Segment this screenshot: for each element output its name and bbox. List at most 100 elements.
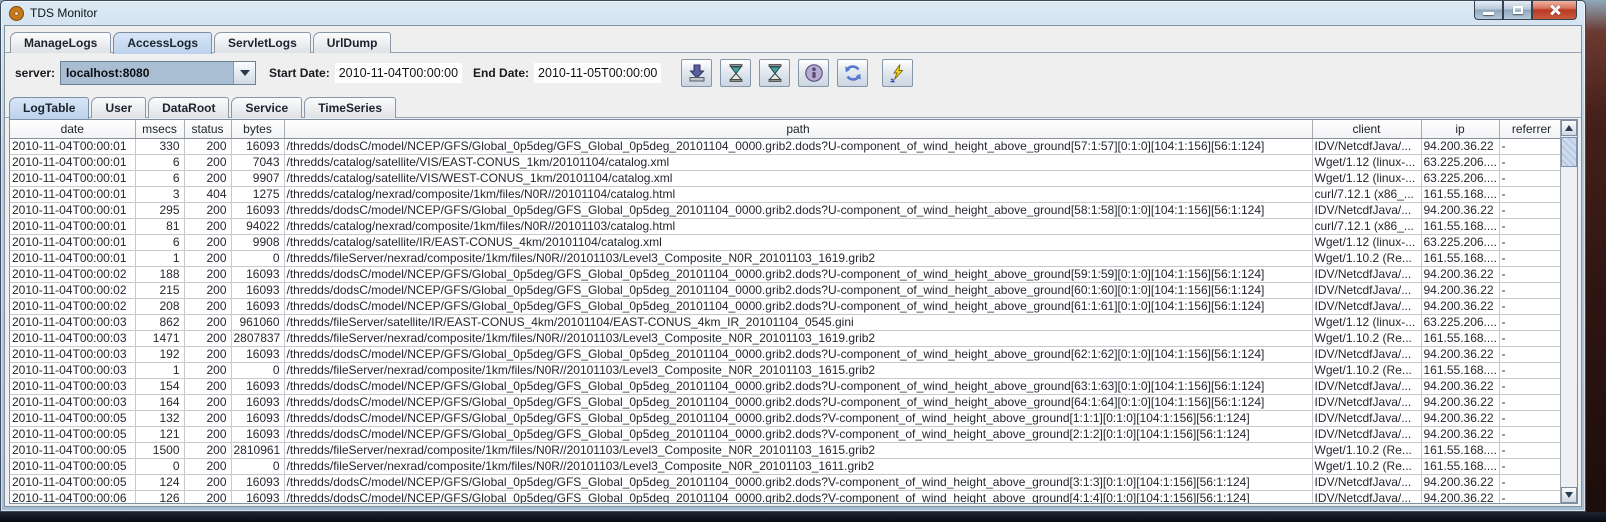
table-row[interactable]: 2010-11-04T00:00:0112000/thredds/fileSer… [10,250,1560,266]
close-button[interactable] [1532,1,1577,20]
tab-servletlogs[interactable]: ServletLogs [214,32,311,53]
column-header-referrer[interactable]: referrer [1499,120,1560,138]
cell-ip: 161.55.168.... [1421,250,1499,266]
cell-msecs: 192 [135,346,184,362]
window-body: ManageLogsAccessLogsServletLogsUrlDump s… [4,25,1582,507]
cell-status: 200 [184,410,231,426]
table-row[interactable]: 2010-11-04T00:00:0513220016093/thredds/d… [10,410,1560,426]
table-row[interactable]: 2010-11-04T00:00:0162009907/thredds/cata… [10,170,1560,186]
cell-path: /thredds/dodsC/model/NCEP/GFS/Global_0p5… [284,346,1312,362]
tab-urldump[interactable]: UrlDump [313,32,392,53]
cell-date: 2010-11-04T00:00:03 [10,394,135,410]
table-row[interactable]: 2010-11-04T00:00:0129520016093/thredds/d… [10,202,1560,218]
cell-client: Wget/1.12 (linux-... [1312,154,1421,170]
title-bar[interactable]: TDS Monitor [1,1,1585,25]
column-header-status[interactable]: status [184,120,231,138]
table-row[interactable]: 2010-11-04T00:00:0512120016093/thredds/d… [10,426,1560,442]
hourglass-icon [765,63,785,83]
cell-bytes: 94022 [231,218,284,234]
cell-date: 2010-11-04T00:00:01 [10,154,135,170]
vertical-scrollbar[interactable] [1560,120,1577,503]
column-header-date[interactable]: date [10,120,135,138]
cell-msecs: 126 [135,490,184,503]
table-row[interactable]: 2010-11-04T00:00:0133020016093/thredds/d… [10,138,1560,154]
table-row[interactable]: 2010-11-04T00:00:0134041275/thredds/cata… [10,186,1560,202]
scrollbar-thumb[interactable] [1561,137,1577,167]
cell-path: /thredds/dodsC/model/NCEP/GFS/Global_0p5… [284,282,1312,298]
tab-dataroot[interactable]: DataRoot [148,97,229,118]
info-button[interactable] [798,59,829,87]
cell-date: 2010-11-04T00:00:05 [10,442,135,458]
tab-service[interactable]: Service [231,97,302,118]
column-header-bytes[interactable]: bytes [231,120,284,138]
table-row[interactable]: 2010-11-04T00:00:03862200961060/thredds/… [10,314,1560,330]
end-date-field[interactable]: 2010-11-05T00:00:00 [534,63,661,83]
tab-managelogs[interactable]: ManageLogs [10,32,111,53]
table-row[interactable]: 2010-11-04T00:00:0316420016093/thredds/d… [10,394,1560,410]
table-row[interactable]: 2010-11-04T00:00:0515002002810961/thredd… [10,442,1560,458]
table-row[interactable]: 2010-11-04T00:00:0162009908/thredds/cata… [10,234,1560,250]
table-row[interactable]: 2010-11-04T00:00:0314712002807837/thredd… [10,330,1560,346]
scroll-down-button[interactable] [1561,487,1577,503]
column-header-ip[interactable]: ip [1421,120,1499,138]
table-row[interactable]: 2010-11-04T00:00:0502000/thredds/fileSer… [10,458,1560,474]
cell-referrer: - [1499,282,1560,298]
arrow-down-icon [1565,492,1573,498]
info-icon [804,63,824,83]
scroll-up-button[interactable] [1561,120,1577,136]
cell-client: IDV/NetcdfJava/... [1312,410,1421,426]
table-row[interactable]: 2010-11-04T00:00:018120094022/thredds/ca… [10,218,1560,234]
execute-button[interactable] [882,59,913,87]
start-date-field[interactable]: 2010-11-04T00:00:00 [335,63,462,83]
save-button[interactable] [681,59,712,87]
maximize-button[interactable] [1503,1,1532,20]
table-row[interactable]: 2010-11-04T00:00:0218820016093/thredds/d… [10,266,1560,282]
refresh-button[interactable] [837,59,868,87]
cell-referrer: - [1499,394,1560,410]
wait-start-button[interactable] [720,59,751,87]
cell-ip: 94.200.36.22 [1421,378,1499,394]
cell-client: Wget/1.10.2 (Re... [1312,458,1421,474]
cell-client: IDV/NetcdfJava/... [1312,266,1421,282]
cell-ip: 94.200.36.22 [1421,394,1499,410]
cell-ip: 94.200.36.22 [1421,474,1499,490]
cell-client: curl/7.12.1 (x86_... [1312,218,1421,234]
cell-client: IDV/NetcdfJava/... [1312,298,1421,314]
table-row[interactable]: 2010-11-04T00:00:0612620016093/thredds/d… [10,490,1560,503]
column-header-client[interactable]: client [1312,120,1421,138]
minimize-button[interactable] [1474,1,1503,20]
cell-msecs: 6 [135,234,184,250]
cell-client: IDV/NetcdfJava/... [1312,202,1421,218]
cell-bytes: 0 [231,458,284,474]
table-row[interactable]: 2010-11-04T00:00:0220820016093/thredds/d… [10,298,1560,314]
taskbar-strip [0,512,1606,522]
table-row[interactable]: 2010-11-04T00:00:0221520016093/thredds/d… [10,282,1560,298]
combobox-arrow-button[interactable] [233,62,255,84]
main-tab-bar: ManageLogsAccessLogsServletLogsUrlDump [5,26,1581,53]
table-row[interactable]: 2010-11-04T00:00:0315420016093/thredds/d… [10,378,1560,394]
table-row[interactable]: 2010-11-04T00:00:0162007043/thredds/cata… [10,154,1560,170]
cell-ip: 63.225.206.... [1421,234,1499,250]
table-row[interactable]: 2010-11-04T00:00:0512420016093/thredds/d… [10,474,1560,490]
cell-status: 200 [184,378,231,394]
table-row[interactable]: 2010-11-04T00:00:0319220016093/thredds/d… [10,346,1560,362]
cell-ip: 161.55.168.... [1421,442,1499,458]
cell-client: Wget/1.10.2 (Re... [1312,330,1421,346]
cell-msecs: 1471 [135,330,184,346]
cell-referrer: - [1499,410,1560,426]
column-header-path[interactable]: path [284,120,1312,138]
cell-date: 2010-11-04T00:00:03 [10,378,135,394]
cell-referrer: - [1499,154,1560,170]
table-row[interactable]: 2010-11-04T00:00:0312000/thredds/fileSer… [10,362,1560,378]
tab-logtable[interactable]: LogTable [9,97,89,119]
cell-referrer: - [1499,346,1560,362]
column-header-msecs[interactable]: msecs [135,120,184,138]
tab-timeseries[interactable]: TimeSeries [304,97,396,118]
server-combobox[interactable]: localhost:8080 [60,61,256,85]
cell-client: Wget/1.10.2 (Re... [1312,442,1421,458]
cell-client: Wget/1.10.2 (Re... [1312,250,1421,266]
cell-date: 2010-11-04T00:00:03 [10,346,135,362]
tab-accesslogs[interactable]: AccessLogs [113,32,212,54]
wait-stop-button[interactable] [759,59,790,87]
tab-user[interactable]: User [91,97,146,118]
